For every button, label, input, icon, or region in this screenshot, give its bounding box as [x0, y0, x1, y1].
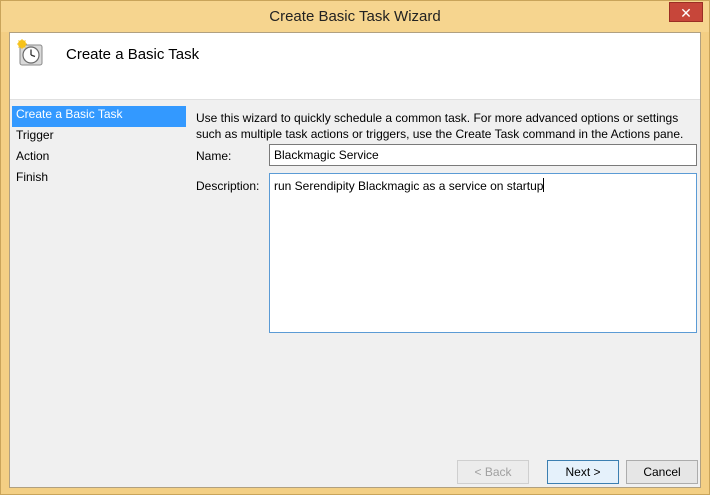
- wizard-client-area: Create a Basic Task Create a Basic Task …: [9, 32, 701, 488]
- text-caret: [543, 178, 545, 192]
- close-button[interactable]: ✕: [669, 2, 703, 22]
- back-button[interactable]: < Back: [457, 460, 529, 484]
- intro-line-2: such as multiple task actions or trigger…: [196, 127, 684, 141]
- description-text: run Serendipity Blackmagic as a service …: [274, 179, 544, 193]
- close-icon: ✕: [680, 5, 692, 21]
- nav-item-action[interactable]: Action: [12, 148, 186, 169]
- window-title: Create Basic Task Wizard: [269, 8, 441, 25]
- description-input[interactable]: run Serendipity Blackmagic as a service …: [269, 173, 697, 333]
- next-button[interactable]: Next >: [547, 460, 619, 484]
- nav-item-finish[interactable]: Finish: [12, 169, 186, 190]
- nav-item-create-basic-task[interactable]: Create a Basic Task: [12, 106, 186, 127]
- intro-line-1: Use this wizard to quickly schedule a co…: [196, 111, 679, 125]
- name-input[interactable]: Blackmagic Service: [269, 144, 697, 166]
- wizard-step-nav: Create a Basic Task Trigger Action Finis…: [12, 106, 186, 190]
- wizard-header: Create a Basic Task: [10, 33, 700, 100]
- page-title: Create a Basic Task: [66, 46, 200, 63]
- description-label: Description:: [196, 179, 260, 193]
- name-label: Name:: [196, 149, 232, 163]
- nav-item-trigger[interactable]: Trigger: [12, 127, 186, 148]
- task-scheduler-clock-icon: [17, 39, 43, 66]
- cancel-button[interactable]: Cancel: [626, 460, 698, 484]
- wizard-window: Create Basic Task Wizard ✕ Create a Basi…: [0, 0, 710, 495]
- title-bar[interactable]: Create Basic Task Wizard ✕: [1, 1, 709, 32]
- intro-text: Use this wizard to quickly schedule a co…: [196, 110, 696, 142]
- wizard-content: Use this wizard to quickly schedule a co…: [196, 110, 696, 142]
